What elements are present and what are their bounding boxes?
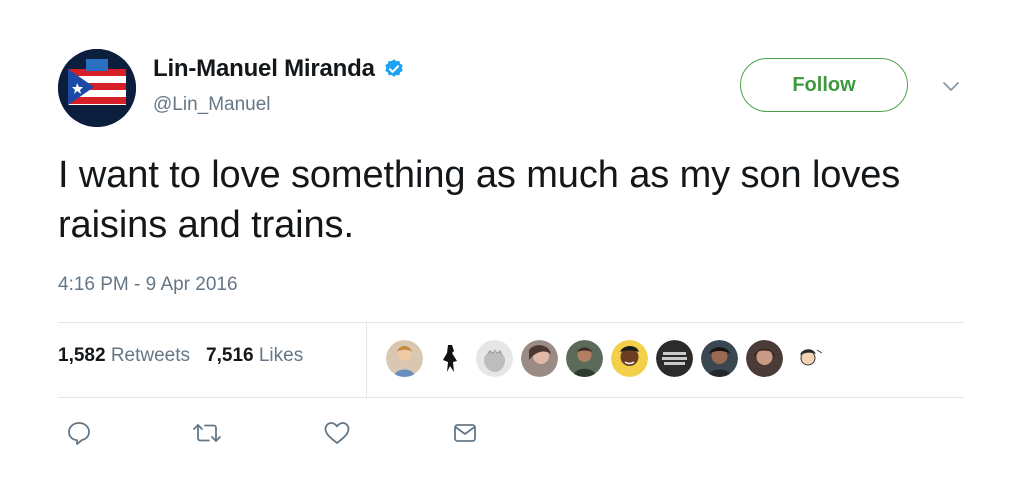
reply-button[interactable] [64, 418, 94, 448]
liker-avatars [386, 340, 828, 377]
tweet-text: I want to love something as much as my s… [58, 154, 901, 246]
liker-avatar-8[interactable] [701, 340, 738, 377]
like-button[interactable] [322, 418, 352, 448]
liker-avatar-9[interactable] [746, 340, 783, 377]
likes-label: Likes [258, 345, 304, 366]
puerto-rico-flag-avatar [58, 49, 136, 127]
tweet-card: Lin-Manuel Miranda @Lin_Manuel Follow I … [0, 0, 1024, 499]
verified-badge-icon [385, 59, 403, 77]
likes-count: 7,516 [206, 345, 254, 366]
liker-avatar-6[interactable] [611, 340, 648, 377]
liker-avatar-7[interactable] [656, 340, 693, 377]
liker-avatar-5[interactable] [566, 340, 603, 377]
user-handle[interactable]: @Lin_Manuel [153, 94, 271, 116]
liker-avatar-4[interactable] [521, 340, 558, 377]
follow-button[interactable]: Follow [740, 58, 908, 112]
retweets-label: Retweets [110, 345, 191, 366]
retweets-count: 1,582 [58, 345, 106, 366]
liker-avatar-1[interactable] [386, 340, 423, 377]
retweet-button[interactable] [192, 418, 222, 448]
action-bar [0, 418, 1024, 454]
liker-avatar-2[interactable] [431, 340, 468, 377]
message-icon [454, 424, 476, 442]
likes-stat[interactable]: 7,516 Likes [206, 345, 303, 367]
liker-avatar-3[interactable] [476, 340, 513, 377]
liker-avatar-10[interactable] [791, 340, 828, 377]
chevron-down-icon[interactable] [940, 75, 962, 97]
stats-row: 1,582 Retweets 7,516 Likes [58, 345, 303, 367]
profile-avatar[interactable] [58, 49, 136, 127]
like-icon [324, 422, 350, 444]
retweets-stat[interactable]: 1,582 Retweets [58, 345, 190, 367]
name-row: Lin-Manuel Miranda [153, 55, 405, 83]
display-name[interactable]: Lin-Manuel Miranda [153, 55, 375, 83]
retweet-icon [193, 424, 221, 442]
divider-bottom [58, 397, 964, 398]
reply-icon [68, 422, 90, 445]
divider-top [58, 322, 964, 323]
stats-separator [366, 323, 367, 397]
tweet-timestamp[interactable]: 4:16 PM - 9 Apr 2016 [58, 274, 238, 296]
direct-message-button[interactable] [450, 418, 480, 448]
